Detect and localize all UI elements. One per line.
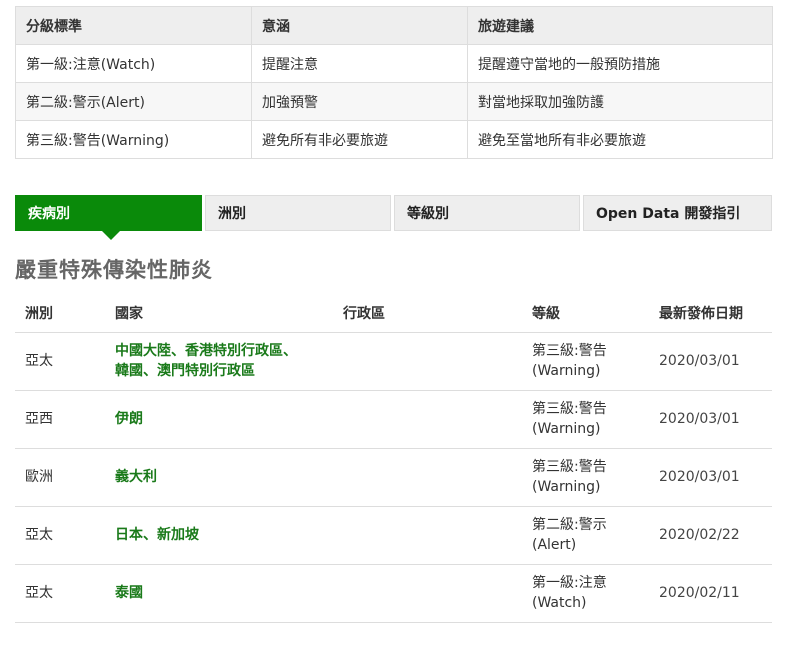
row-date: 2020/02/11 (649, 564, 772, 623)
level-line2: (Warning) (532, 363, 601, 379)
header-district: 行政區 (333, 294, 522, 333)
level-advice: 提醒遵守當地的一般預防措施 (467, 44, 773, 83)
country-line2: 韓國、澳門特別行政區 (115, 363, 255, 379)
level-line2: (Warning) (532, 479, 601, 495)
table-row: 亞太 日本、新加坡 第二級:警示 (Alert) 2020/02/22 (15, 506, 772, 565)
level-meaning: 避免所有非必要旅遊 (251, 120, 468, 159)
row-date: 2020/02/22 (649, 506, 772, 565)
row-level: 第三級:警告 (Warning) (522, 390, 649, 449)
header-date: 最新發佈日期 (649, 294, 772, 333)
tab-level[interactable]: 等級別 (394, 195, 580, 231)
country-link[interactable]: 中國大陸、香港特別行政區、 韓國、澳門特別行政區 (115, 343, 297, 379)
tab-disease[interactable]: 疾病別 (15, 195, 202, 240)
row-country: 義大利 (105, 448, 333, 507)
level-meaning: 提醒注意 (251, 44, 468, 83)
row-district (333, 332, 522, 391)
table-row: 亞太 中國大陸、香港特別行政區、 韓國、澳門特別行政區 第三級:警告 (Warn… (15, 332, 772, 391)
level-meaning: 加強預警 (251, 82, 468, 121)
level-line1: 第二級:警示 (532, 517, 607, 533)
level-line1: 第一級:注意 (532, 575, 607, 591)
filter-tabs: 疾病別 洲別 等級別 Open Data 開發指引 (15, 195, 772, 240)
row-continent: 歐洲 (15, 448, 105, 507)
row-level: 第二級:警示 (Alert) (522, 506, 649, 565)
level-name: 第二級:警示(Alert) (15, 82, 252, 121)
country-line1: 中國大陸、香港特別行政區、 (115, 343, 297, 359)
row-country: 中國大陸、香港特別行政區、 韓國、澳門特別行政區 (105, 332, 333, 391)
level-advice: 避免至當地所有非必要旅遊 (467, 120, 773, 159)
level-header-advice: 旅遊建議 (467, 6, 773, 45)
level-header-standard: 分級標準 (15, 6, 252, 45)
row-district (333, 506, 522, 565)
row-date: 2020/03/01 (649, 448, 772, 507)
country-link[interactable]: 伊朗 (115, 411, 143, 427)
level-line1: 第三級:警告 (532, 459, 607, 475)
level-line1: 第三級:警告 (532, 401, 607, 417)
row-continent: 亞太 (15, 332, 105, 391)
section-title: 嚴重特殊傳染性肺炎 (15, 258, 213, 282)
row-country: 伊朗 (105, 390, 333, 449)
row-country: 日本、新加坡 (105, 506, 333, 565)
header-level: 等級 (522, 294, 649, 333)
level-row: 第三級:警告(Warning) 避免所有非必要旅遊 避免至當地所有非必要旅遊 (15, 120, 773, 159)
row-level: 第一級:注意 (Watch) (522, 564, 649, 623)
level-definition-table: 分級標準 意涵 旅遊建議 第一級:注意(Watch) 提醒注意 提醒遵守當地的一… (15, 6, 773, 159)
level-name: 第三級:警告(Warning) (15, 120, 252, 159)
table-row: 歐洲 義大利 第三級:警告 (Warning) 2020/03/01 (15, 448, 772, 507)
level-header-meaning: 意涵 (251, 6, 468, 45)
row-continent: 亞西 (15, 390, 105, 449)
country-link[interactable]: 泰國 (115, 585, 143, 601)
row-district (333, 390, 522, 449)
row-level: 第三級:警告 (Warning) (522, 448, 649, 507)
level-advice: 對當地採取加強防護 (467, 82, 773, 121)
tab-open-data-guide[interactable]: Open Data 開發指引 (583, 195, 772, 231)
tab-continent[interactable]: 洲別 (205, 195, 391, 231)
level-table-header-row: 分級標準 意涵 旅遊建議 (15, 6, 773, 45)
row-date: 2020/03/01 (649, 332, 772, 391)
advisory-header-row: 洲別 國家 行政區 等級 最新發佈日期 (15, 294, 772, 333)
table-row: 亞太 泰國 第一級:注意 (Watch) 2020/02/11 (15, 564, 772, 623)
row-continent: 亞太 (15, 506, 105, 565)
level-line2: (Warning) (532, 421, 601, 437)
country-link[interactable]: 義大利 (115, 469, 157, 485)
country-link[interactable]: 日本、新加坡 (115, 527, 199, 543)
header-country: 國家 (105, 294, 333, 333)
level-line2: (Alert) (532, 537, 577, 553)
advisory-table: 洲別 國家 行政區 等級 最新發佈日期 亞太 中國大陸、香港特別行政區、 韓國、… (15, 294, 772, 623)
level-line2: (Watch) (532, 595, 587, 611)
row-country: 泰國 (105, 564, 333, 623)
level-name: 第一級:注意(Watch) (15, 44, 252, 83)
level-line1: 第三級:警告 (532, 343, 607, 359)
level-row: 第二級:警示(Alert) 加強預警 對當地採取加強防護 (15, 82, 773, 121)
row-continent: 亞太 (15, 564, 105, 623)
header-continent: 洲別 (15, 294, 105, 333)
row-level: 第三級:警告 (Warning) (522, 332, 649, 391)
row-district (333, 564, 522, 623)
table-row: 亞西 伊朗 第三級:警告 (Warning) 2020/03/01 (15, 390, 772, 449)
row-district (333, 448, 522, 507)
level-row: 第一級:注意(Watch) 提醒注意 提醒遵守當地的一般預防措施 (15, 44, 773, 83)
row-date: 2020/03/01 (649, 390, 772, 449)
